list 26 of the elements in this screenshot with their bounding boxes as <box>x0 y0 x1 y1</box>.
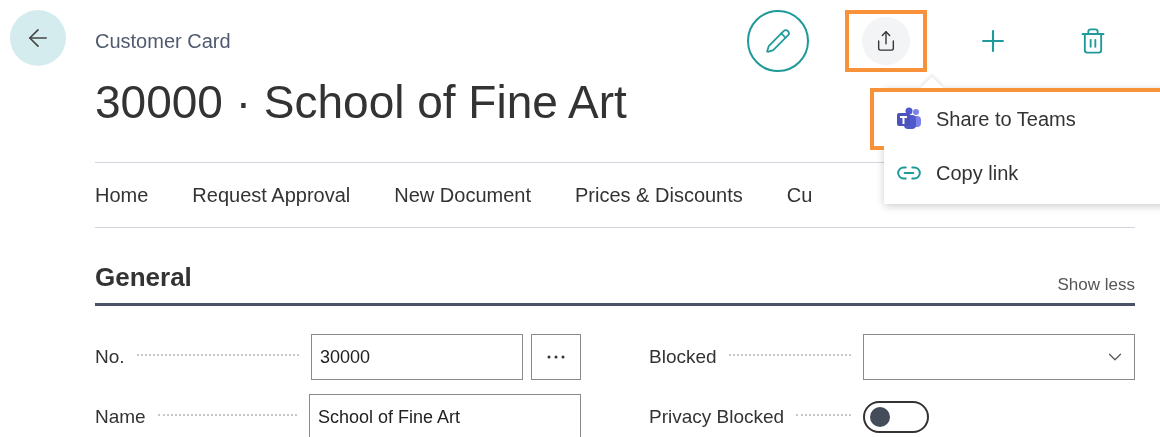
field-label: Privacy Blocked <box>649 405 785 429</box>
nav-tab[interactable]: Prices & Discounts <box>574 180 743 210</box>
field-label: Name <box>95 405 146 429</box>
input-field[interactable]: 30000 <box>311 334 523 380</box>
field-label: No. <box>95 345 125 369</box>
input-field[interactable]: School of Fine Art <box>309 394 581 437</box>
edit-button[interactable] <box>747 10 809 72</box>
nav-tab[interactable]: Cu <box>786 180 813 210</box>
lookup-button[interactable] <box>531 334 581 380</box>
show-less-link[interactable]: Show less <box>1057 271 1135 297</box>
nav-tab[interactable]: Home <box>95 180 149 210</box>
nav-tab[interactable]: New Document <box>394 180 531 210</box>
select-field[interactable] <box>863 334 1135 380</box>
teams-icon <box>896 107 922 131</box>
page-title: 30000 · School of Fine Art <box>95 75 628 130</box>
nav-tab[interactable]: Request Approval <box>192 180 351 210</box>
more-icon <box>547 355 565 359</box>
breadcrumb: Customer Card <box>95 29 232 54</box>
back-button[interactable] <box>10 10 66 66</box>
section-title: General <box>95 261 192 294</box>
delete-icon <box>1079 27 1107 55</box>
field-label: Blocked <box>649 345 717 369</box>
toggle-switch[interactable] <box>863 401 929 433</box>
share-icon <box>875 30 897 52</box>
pencil-icon <box>765 28 791 54</box>
menu-item[interactable]: Copy link <box>884 146 1160 200</box>
